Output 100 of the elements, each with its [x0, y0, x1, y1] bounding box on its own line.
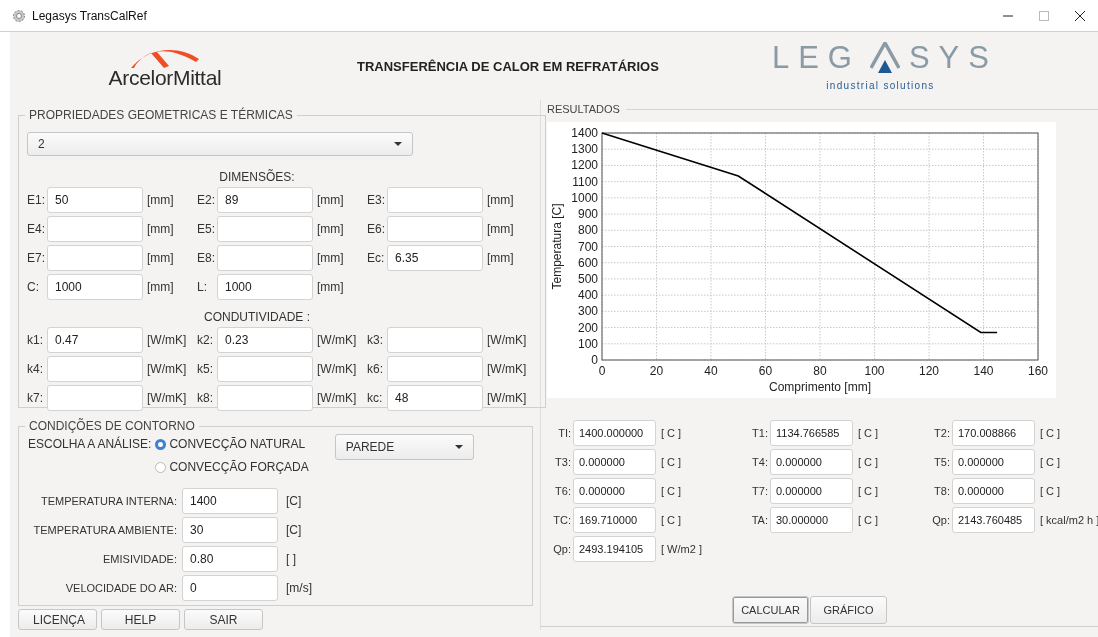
tick-label: 1400 [571, 126, 598, 140]
section-title: RESULTADOS [547, 103, 620, 115]
tick-label: 160 [1028, 364, 1048, 378]
field-label: T1: [751, 427, 768, 439]
field-label: T3: [554, 456, 571, 468]
unit-label: [W/mK] [487, 361, 527, 376]
unit-label: [W/mK] [487, 390, 527, 405]
dropdown[interactable]: 2 [27, 132, 413, 156]
input-field[interactable]: 1000 [47, 273, 143, 300]
input-field[interactable]: 170.008866 [952, 420, 1035, 446]
input-field[interactable]: 30 [182, 517, 278, 543]
input-field[interactable]: 2143.760485 [952, 507, 1035, 533]
input-field[interactable]: 0.000000 [952, 449, 1035, 475]
field-label: T4: [751, 456, 768, 468]
input-field[interactable] [387, 186, 483, 213]
tick-label: 0 [591, 353, 598, 367]
input-field[interactable]: 0.000000 [573, 478, 656, 504]
unit-label: [W/mK] [487, 332, 527, 347]
tick-label: 1300 [571, 142, 598, 157]
tick-label: 120 [919, 364, 939, 378]
section-heading: CONDUTIVIDADE : [203, 310, 311, 324]
unit-label: [W/mK] [317, 332, 357, 347]
input-field[interactable]: 0.47 [47, 326, 143, 353]
input-field[interactable] [387, 355, 483, 382]
radio-button[interactable]: CONVECÇÃO NATURAL [155, 437, 309, 451]
field-label: EMISIVIDADE: [102, 553, 177, 565]
unit-label: [m/s] [286, 581, 312, 595]
input-field[interactable] [217, 244, 313, 271]
field-label: E2: [197, 192, 216, 207]
tick-label: 600 [577, 255, 598, 270]
input-field[interactable]: 30.000000 [770, 507, 853, 533]
footer-button[interactable]: SAIR [184, 609, 263, 630]
field-label: k2: [197, 332, 214, 347]
input-field[interactable]: 48 [387, 384, 483, 411]
unit-label: [mm] [147, 250, 174, 265]
field-label: ESCOLHA A ANÁLISE: [28, 437, 152, 453]
unit-label: [ C ] [858, 427, 879, 439]
close-icon[interactable] [1075, 10, 1085, 21]
input-field[interactable]: 0.000000 [770, 449, 853, 475]
input-field[interactable]: 0.000000 [770, 478, 853, 504]
tick-label: 40 [704, 364, 718, 378]
field-label: T7: [751, 485, 768, 497]
field-label: T6: [554, 485, 571, 497]
input-field[interactable] [47, 384, 143, 411]
input-field[interactable]: 1400.000000 [573, 420, 656, 446]
input-field[interactable]: 0.000000 [573, 449, 656, 475]
unit-label: [ ] [286, 552, 296, 566]
input-field[interactable]: 6.35 [387, 244, 483, 271]
maximize-icon[interactable] [1039, 10, 1049, 21]
input-field[interactable]: 50 [47, 186, 143, 213]
unit-label: [mm] [487, 221, 514, 236]
unit-label: [ C ] [661, 485, 682, 497]
unit-label: [ kcal/m2 h ] [1040, 514, 1098, 526]
unit-label: [mm] [317, 279, 344, 294]
action-button[interactable]: GRÁFICO [810, 596, 887, 624]
input-field[interactable] [387, 215, 483, 242]
unit-label: [mm] [147, 221, 174, 236]
input-field[interactable] [217, 215, 313, 242]
unit-label: [ C ] [1040, 427, 1061, 439]
tick-label: 700 [577, 239, 598, 254]
input-field[interactable] [47, 244, 143, 271]
input-field[interactable] [47, 355, 143, 382]
field-label: E8: [197, 250, 216, 265]
caret-icon [454, 445, 463, 449]
brand-logo: LEG [771, 41, 861, 75]
footer-button[interactable]: HELP [101, 609, 180, 630]
input-field[interactable]: 1134.766585 [770, 420, 853, 446]
chevron-triangle-icon [869, 42, 900, 74]
input-field[interactable] [387, 326, 483, 353]
input-field[interactable]: 0.80 [182, 546, 278, 572]
input-field[interactable]: 89 [217, 186, 313, 213]
field-label: T5: [933, 456, 950, 468]
tick-label: 1200 [571, 158, 598, 173]
radio-button[interactable]: CONVECÇÃO FORÇADA [155, 460, 309, 474]
input-field[interactable]: 0 [182, 575, 278, 601]
field-label: k4: [27, 361, 44, 376]
window-title: Legasys TransCalRef [32, 8, 147, 23]
unit-label: [ C ] [858, 456, 879, 468]
tick-label: 0 [598, 364, 606, 378]
field-label: E7: [27, 250, 46, 265]
input-field[interactable] [217, 355, 313, 382]
input-field[interactable]: 0.23 [217, 326, 313, 353]
input-field[interactable]: 0.000000 [952, 478, 1035, 504]
input-field[interactable]: 2493.194105 [573, 536, 656, 562]
input-field[interactable]: 1400 [182, 488, 278, 514]
tick-label: 1100 [572, 174, 598, 189]
field-label: k3: [367, 332, 384, 347]
footer-button[interactable]: LICENÇA [18, 609, 97, 630]
field-label: TEMPERATURA AMBIENTE: [32, 524, 177, 536]
unit-label: [ C ] [661, 514, 682, 526]
dropdown[interactable]: PAREDE [334, 434, 474, 460]
unit-label: [mm] [317, 192, 344, 207]
input-field[interactable]: 1000 [217, 273, 313, 300]
unit-label: [C] [286, 523, 302, 537]
input-field[interactable] [47, 215, 143, 242]
unit-label: [mm] [487, 192, 514, 207]
field-label: T2: [933, 427, 950, 439]
input-field[interactable] [217, 384, 313, 411]
action-button[interactable]: CALCULAR [732, 596, 809, 624]
input-field[interactable]: 169.710000 [573, 507, 656, 533]
